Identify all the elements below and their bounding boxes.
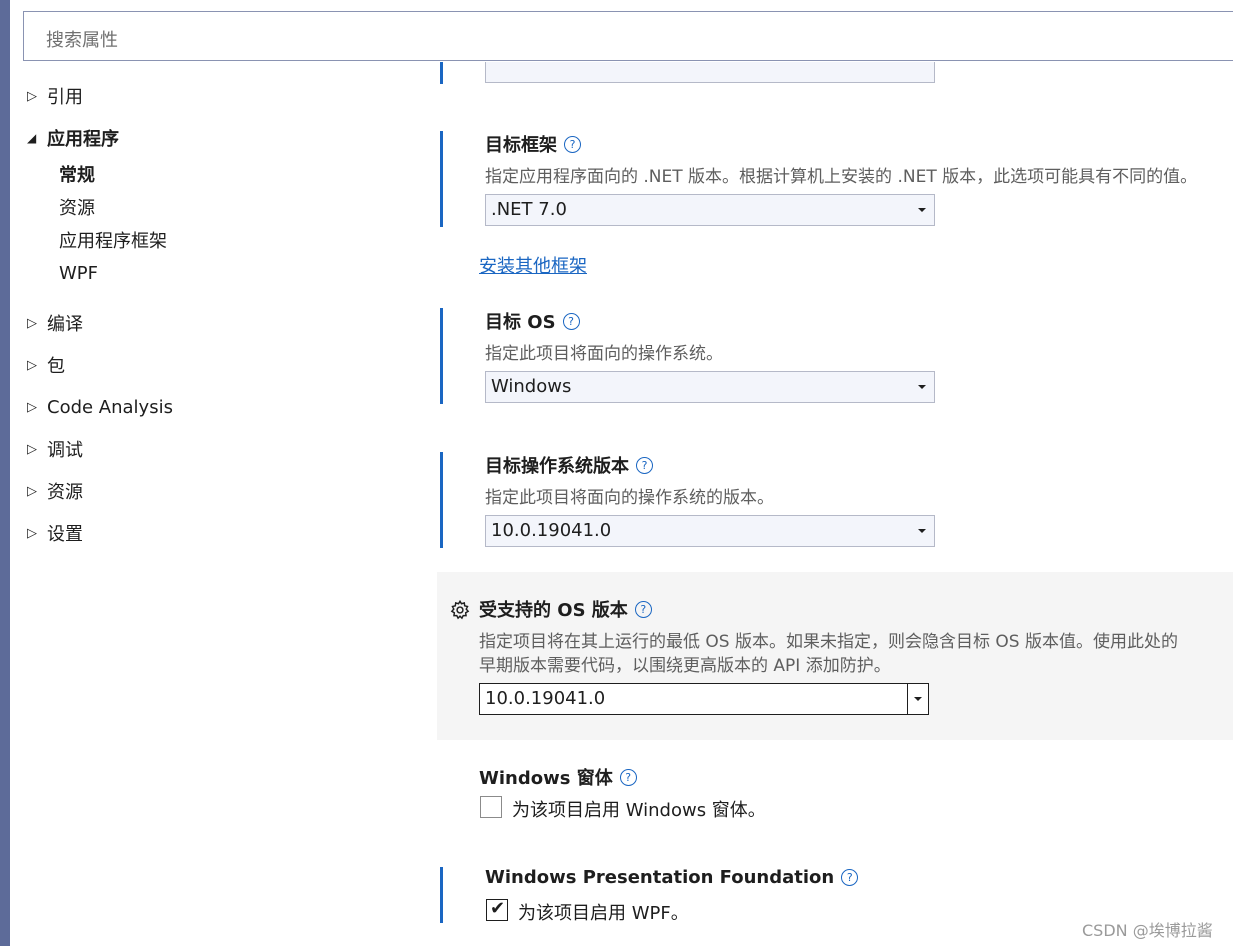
tree-item-label: Code Analysis <box>47 396 173 418</box>
target-os-version-dropdown[interactable]: 10.0.19041.0 <box>485 515 935 547</box>
tree-item-label: 设置 <box>47 524 83 545</box>
supported-os-version-combobox[interactable]: 10.0.19041.0 <box>479 683 929 715</box>
checkmark-icon: ✔ <box>490 898 506 919</box>
tree-item-label: 应用程序 <box>47 129 119 150</box>
combobox-value: 10.0.19041.0 <box>485 688 606 709</box>
wpf-checkbox[interactable]: ✔ <box>486 898 508 921</box>
tree-item-code-analysis[interactable]: ▷ Code Analysis <box>27 394 173 420</box>
tree-item-label: 编译 <box>47 314 83 335</box>
target-os-version-description: 指定此项目将面向的操作系统的版本。 <box>485 488 774 508</box>
heading-text: 目标操作系统版本 <box>485 456 629 477</box>
expand-arrow-icon[interactable]: ▷ <box>27 400 47 415</box>
tree-item-build[interactable]: ▷ 编译 <box>27 310 83 336</box>
help-icon[interactable]: ? <box>634 600 652 618</box>
section-accent-bar <box>440 867 443 923</box>
tree-item-debug[interactable]: ▷ 调试 <box>27 436 83 462</box>
section-accent-bar <box>440 452 443 548</box>
supported-os-version-description-line1: 指定项目将在其上运行的最低 OS 版本。如果未指定，则会隐含目标 OS 版本值。… <box>479 632 1178 652</box>
target-os-heading: 目标 OS ? <box>485 308 580 334</box>
expand-arrow-icon[interactable]: ▷ <box>27 89 47 104</box>
target-os-dropdown[interactable]: Windows <box>485 371 935 403</box>
heading-text: Windows 窗体 <box>479 768 613 789</box>
tree-item-resources[interactable]: ▷ 资源 <box>27 478 83 504</box>
supported-os-version-description-line2: 早期版本需要代码，以围绕更高版本的 API 添加防护。 <box>479 656 891 676</box>
expand-arrow-icon[interactable]: ▷ <box>27 316 47 331</box>
watermark: CSDN @埃博拉酱 <box>1082 921 1213 940</box>
section-accent-bar <box>440 62 443 84</box>
tree-item-package[interactable]: ▷ 包 <box>27 352 65 378</box>
dropdown-value: .NET 7.0 <box>491 199 567 220</box>
windows-forms-checkbox[interactable] <box>480 796 502 818</box>
help-icon[interactable]: ? <box>636 456 653 474</box>
tree-item-app-framework[interactable]: 应用程序框架 <box>59 229 167 255</box>
tree-item-label: 包 <box>47 356 65 377</box>
tree-item-application[interactable]: ◢ 应用程序 <box>27 125 119 151</box>
expand-arrow-icon[interactable]: ▷ <box>27 442 47 457</box>
scrolled-combo[interactable] <box>485 62 935 83</box>
tree-item-app-resources[interactable]: 资源 <box>59 196 95 222</box>
section-accent-bar <box>440 308 443 404</box>
windows-forms-heading: Windows 窗体 ? <box>479 764 637 790</box>
help-icon[interactable]: ? <box>619 768 637 786</box>
tree-item-references[interactable]: ▷ 引用 <box>27 83 83 109</box>
tree-item-wpf[interactable]: WPF <box>59 261 98 287</box>
target-framework-dropdown[interactable]: .NET 7.0 <box>485 194 935 226</box>
dropdown-value: Windows <box>491 376 572 397</box>
heading-text: 目标框架 <box>485 135 557 156</box>
supported-os-version-heading: 受支持的 OS 版本 ? <box>479 596 652 622</box>
tree-item-general[interactable]: 常规 <box>59 163 95 189</box>
tree-item-label: 调试 <box>47 440 83 461</box>
heading-text: Windows Presentation Foundation <box>485 867 835 888</box>
expand-arrow-icon[interactable]: ▷ <box>27 484 47 499</box>
dropdown-arrow-icon <box>918 208 926 212</box>
tree-item-label: 引用 <box>47 87 83 108</box>
heading-text: 受支持的 OS 版本 <box>479 600 628 621</box>
tree-item-label: 资源 <box>47 482 83 503</box>
tree-item-settings[interactable]: ▷ 设置 <box>27 520 83 546</box>
help-icon[interactable]: ? <box>562 312 580 330</box>
dropdown-arrow-icon <box>918 385 926 389</box>
wpf-checkbox-label[interactable]: 为该项目启用 WPF。 <box>518 899 689 925</box>
target-framework-heading: 目标框架 ? <box>485 131 581 157</box>
expand-arrow-icon[interactable]: ▷ <box>27 358 47 373</box>
combobox-divider <box>907 684 908 714</box>
target-framework-description: 指定应用程序面向的 .NET 版本。根据计算机上安装的 .NET 版本，此选项可… <box>485 167 1198 187</box>
search-placeholder: 搜索属性 <box>46 30 118 51</box>
install-other-frameworks-link[interactable]: 安装其他框架 <box>479 252 587 278</box>
target-os-version-heading: 目标操作系统版本 ? <box>485 452 653 478</box>
search-properties-input[interactable]: 搜索属性 <box>23 11 1233 61</box>
collapse-arrow-icon[interactable]: ◢ <box>27 131 47 145</box>
target-os-description: 指定此项目将面向的操作系统。 <box>485 344 723 364</box>
left-edge-strip <box>0 0 10 946</box>
windows-forms-checkbox-label[interactable]: 为该项目启用 Windows 窗体。 <box>512 796 766 822</box>
section-accent-bar <box>440 131 443 227</box>
heading-text: 目标 OS <box>485 312 556 333</box>
help-icon[interactable]: ? <box>564 135 581 153</box>
wpf-heading: Windows Presentation Foundation ? <box>485 867 859 888</box>
dropdown-arrow-icon <box>918 529 926 533</box>
help-icon[interactable]: ? <box>841 869 859 886</box>
expand-arrow-icon[interactable]: ▷ <box>27 526 47 541</box>
dropdown-value: 10.0.19041.0 <box>491 520 612 541</box>
gear-icon[interactable] <box>449 599 471 621</box>
dropdown-arrow-icon[interactable] <box>914 697 922 701</box>
